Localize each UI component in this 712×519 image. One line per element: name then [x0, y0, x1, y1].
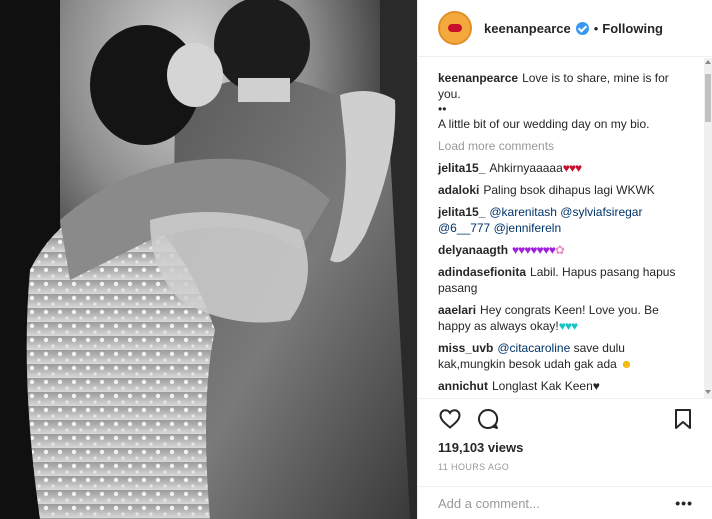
comment-username[interactable]: jelita15_: [438, 205, 485, 219]
purple-hearts-emoji-icon: ♥♥♥♥♥♥♥: [512, 243, 556, 257]
scroll-up-arrow-icon[interactable]: [705, 60, 711, 64]
post-sidebar: keenanpearce • Following keenanpearce Lov…: [417, 0, 712, 519]
header-username[interactable]: keenanpearce: [484, 21, 571, 36]
comments-panel[interactable]: keenanpearce Love is to share, mine is fo…: [418, 58, 712, 398]
comment-username[interactable]: jelita15_: [438, 161, 485, 175]
more-options-button[interactable]: •••: [675, 495, 693, 511]
comment: adaloki Paling bsok dihapus lagi WKWK: [438, 182, 686, 198]
comment-username[interactable]: adaloki: [438, 183, 479, 197]
verified-badge-icon: [575, 21, 589, 35]
add-comment-input[interactable]: [438, 495, 676, 511]
comment: jelita15_ Ahkirnyaaaaa♥♥♥: [438, 160, 686, 176]
comment-username[interactable]: miss_uvb: [438, 341, 493, 355]
comments-scrollbar[interactable]: [704, 58, 712, 398]
bookmark-icon[interactable]: [671, 407, 695, 431]
scrollbar-thumb[interactable]: [705, 74, 711, 122]
following-button[interactable]: Following: [602, 21, 663, 36]
action-buttons-row: [438, 399, 693, 439]
caption-line3: A little bit of our wedding day on my bi…: [438, 117, 650, 131]
mention-link[interactable]: @citacaroline: [497, 341, 570, 355]
mention-link[interactable]: @sylviafsiregar: [560, 205, 642, 219]
comment-username[interactable]: annichut: [438, 379, 488, 393]
caption-username[interactable]: keenanpearce: [438, 71, 518, 85]
post-timestamp[interactable]: 11 HOURS AGO: [438, 462, 693, 472]
wedding-photo-image: [0, 0, 417, 519]
mention-link[interactable]: @karenitash: [489, 205, 557, 219]
comment-text: Paling bsok dihapus lagi WKWK: [483, 183, 655, 197]
post-photo[interactable]: [0, 0, 417, 519]
comment-text: Longlast Kak Keen: [492, 379, 593, 393]
avatar[interactable]: [438, 11, 472, 45]
comment-username[interactable]: aaelari: [438, 303, 476, 317]
load-more-comments-button[interactable]: Load more comments: [438, 138, 686, 154]
black-heart-emoji-icon: ♥: [592, 379, 600, 393]
comment: miss_uvb @citacaroline save dulu kak,mung…: [438, 340, 686, 372]
comment-icon[interactable]: [476, 407, 500, 431]
comment: aaelari Hey congrats Keen! Love you. Be h…: [438, 302, 686, 334]
instagram-post: keenanpearce • Following keenanpearce Lov…: [0, 0, 712, 519]
comment-text: Ahkirnyaaaaa: [489, 161, 563, 175]
comment-username[interactable]: delyanaagth: [438, 243, 508, 257]
avatar-logo-icon: [448, 24, 462, 32]
teal-hearts-emoji-icon: ♥♥♥: [558, 319, 578, 333]
post-caption: keenanpearce Love is to share, mine is fo…: [438, 70, 686, 132]
caption-line2: ••: [438, 102, 447, 116]
heart-icon[interactable]: [438, 407, 462, 431]
comment: adindasefionita Labil. Hapus pasang hapus…: [438, 264, 686, 296]
comment: delyanaagth ♥♥♥♥♥♥♥✿: [438, 242, 686, 258]
mention-link[interactable]: @6__777: [438, 221, 490, 235]
comment: annichut Longlast Kak Keen♥: [438, 378, 686, 394]
red-hearts-emoji-icon: ♥♥♥: [562, 161, 582, 175]
comment-username[interactable]: adindasefionita: [438, 265, 526, 279]
scroll-down-arrow-icon[interactable]: [705, 390, 711, 394]
grin-emoji-icon: ☻: [620, 357, 633, 371]
comment: jelita15_ @karenitash @sylviafsiregar @6_…: [438, 204, 686, 236]
header-separator: •: [593, 20, 599, 36]
views-count[interactable]: 119,103 views: [438, 440, 693, 456]
post-header: keenanpearce • Following: [418, 0, 712, 57]
mention-link[interactable]: @jennifereln: [494, 221, 562, 235]
add-comment-bar: •••: [418, 486, 712, 519]
post-actions: 119,103 views 11 HOURS AGO: [418, 398, 712, 486]
flower-emoji-icon: ✿: [554, 243, 565, 257]
